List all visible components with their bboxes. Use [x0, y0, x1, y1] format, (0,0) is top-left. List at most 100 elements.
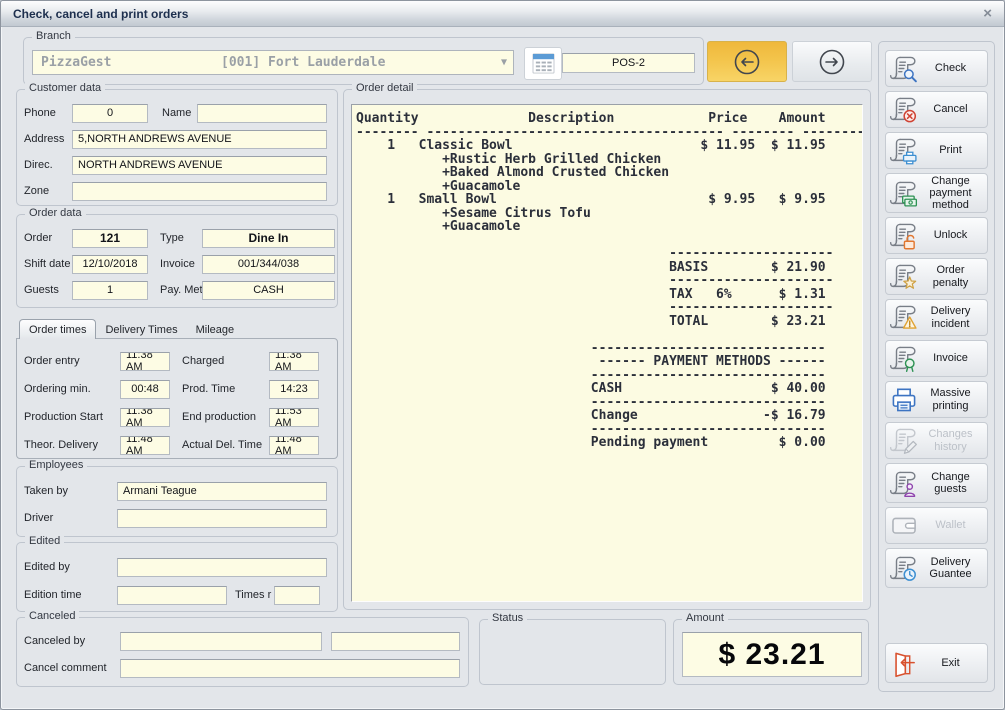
zone-label: Zone	[24, 185, 72, 197]
actual-del-time-field[interactable]: 11:48 AM	[269, 436, 319, 455]
massive-printing-button[interactable]: Massive printing	[885, 381, 988, 418]
pos-terminal-field[interactable]: POS-2	[562, 53, 695, 73]
status-group: Status	[479, 619, 666, 685]
shift-date-label: Shift date	[24, 258, 72, 270]
shift-date-field[interactable]: 12/10/2018	[72, 255, 148, 274]
chevron-down-icon[interactable]: ▼	[495, 57, 513, 68]
scroll-money-icon	[889, 178, 919, 209]
invoice-field[interactable]: 001/344/038	[202, 255, 335, 274]
payment-method-label: Pay. Met	[160, 284, 202, 296]
order-detail-caption: Order detail	[352, 82, 417, 94]
canceled-time-field[interactable]	[331, 632, 460, 651]
order-data-group: Order data Order 121 Type Dine In Shift …	[16, 214, 338, 308]
scroll-cancel-icon	[889, 94, 919, 125]
end-production-label: End production	[182, 411, 269, 423]
production-start-field[interactable]: 11:38 AM	[120, 408, 170, 427]
scroll-printer-icon	[889, 135, 919, 166]
scroll-rosette-icon	[889, 343, 919, 374]
order-entry-label: Order entry	[24, 355, 120, 367]
payment-method-field[interactable]: CASH	[202, 281, 335, 300]
scroll-unlock-icon	[889, 220, 919, 251]
driver-field[interactable]	[117, 509, 327, 528]
scroll-magnifier-icon	[889, 53, 919, 84]
phone-field[interactable]: 0	[72, 104, 148, 123]
wallet-button: Wallet	[885, 507, 988, 544]
close-icon[interactable]: ×	[983, 6, 992, 21]
taken-by-field[interactable]: Armani Teague	[117, 482, 327, 501]
table-grid-icon	[532, 53, 555, 74]
scroll-pencil-icon	[889, 425, 919, 456]
phone-label: Phone	[24, 107, 72, 119]
tab-delivery-times[interactable]: Delivery Times	[96, 320, 186, 339]
edited-by-field[interactable]	[117, 558, 327, 577]
wallet-icon	[889, 510, 919, 541]
invoice-label: Invoice	[160, 258, 202, 270]
order-entry-field[interactable]: 11:38 AM	[120, 352, 170, 371]
canceled-by-field[interactable]	[120, 632, 322, 651]
printer-icon	[889, 384, 919, 415]
theor-delivery-label: Theor. Delivery	[24, 439, 120, 451]
arrow-left-circle-icon	[732, 47, 762, 77]
production-start-label: Production Start	[24, 411, 120, 423]
tab-order-times[interactable]: Order times	[19, 319, 96, 339]
cancel-comment-label: Cancel comment	[24, 662, 120, 674]
change-payment-method-button[interactable]: Change payment method	[885, 173, 988, 213]
end-production-field[interactable]: 11:53 AM	[269, 408, 319, 427]
theor-delivery-field[interactable]: 11:48 AM	[120, 436, 170, 455]
edited-group: Edited Edited by Edition time Times r	[16, 542, 338, 612]
unlock-button[interactable]: Unlock	[885, 217, 988, 254]
branch-group: Branch PizzaGest [001] Fort Lauderdale ▼…	[23, 37, 704, 85]
direc-field[interactable]: NORTH ANDREWS AVENUE	[72, 156, 327, 175]
branch-caption: Branch	[32, 30, 75, 42]
prod-time-field[interactable]: 14:23	[269, 380, 319, 399]
change-guests-button[interactable]: Change guests	[885, 463, 988, 503]
ordering-min-field[interactable]: 00:48	[120, 380, 170, 399]
scroll-person-icon	[889, 468, 919, 499]
edition-time-field[interactable]	[117, 586, 227, 605]
invoice-button[interactable]: Invoice	[885, 340, 988, 377]
check-button[interactable]: Check	[885, 50, 988, 87]
guests-label: Guests	[24, 284, 72, 296]
customer-data-group: Customer data Phone 0 Name Address 5,NOR…	[16, 89, 338, 206]
delivery-guarantee-button[interactable]: Delivery Guantee	[885, 548, 988, 588]
times-reprinted-label: Times r	[227, 589, 274, 601]
changes-history-button: Changes history	[885, 422, 988, 459]
nav-next-button[interactable]	[792, 41, 872, 82]
scroll-warning-icon	[889, 302, 919, 333]
name-field[interactable]	[197, 104, 327, 123]
taken-by-label: Taken by	[24, 485, 117, 497]
branch-combobox[interactable]: PizzaGest [001] Fort Lauderdale ▼	[32, 50, 514, 75]
order-penalty-button[interactable]: Order penalty	[885, 258, 988, 295]
exit-button[interactable]: Exit	[885, 643, 988, 683]
scroll-clock-icon	[889, 553, 919, 584]
address-field[interactable]: 5,NORTH ANDREWS AVENUE	[72, 130, 327, 149]
edited-by-label: Edited by	[24, 561, 117, 573]
order-detail-group: Order detail Quantity Description Price …	[343, 89, 871, 610]
order-type-field[interactable]: Dine In	[202, 229, 335, 248]
order-number-field[interactable]: 121	[72, 229, 148, 248]
branch-lookup-button[interactable]	[524, 47, 562, 80]
exit-door-icon	[889, 648, 919, 679]
times-reprinted-field[interactable]	[274, 586, 320, 605]
receipt-panel[interactable]: Quantity Description Price Amount ------…	[351, 104, 863, 602]
tab-mileage[interactable]: Mileage	[187, 320, 244, 339]
arrow-right-circle-icon	[817, 47, 847, 77]
actions-panel: Check Cancel Print	[878, 41, 995, 692]
guests-field[interactable]: 1	[72, 281, 148, 300]
title-bar: Check, cancel and print orders ×	[1, 1, 1004, 27]
actual-del-time-label: Actual Del. Time	[182, 439, 269, 451]
scroll-star-icon	[889, 261, 919, 292]
cancel-comment-field[interactable]	[120, 659, 460, 678]
receipt-text: Quantity Description Price Amount ------…	[352, 105, 862, 450]
order-type-label: Type	[160, 232, 202, 244]
charged-field[interactable]: 11:38 AM	[269, 352, 319, 371]
zone-field[interactable]	[72, 182, 327, 201]
canceled-by-label: Canceled by	[24, 635, 120, 647]
canceled-group: Canceled Canceled by Cancel comment	[16, 617, 469, 687]
amount-group: Amount $ 23.21	[673, 619, 869, 685]
print-button[interactable]: Print	[885, 132, 988, 169]
cancel-button[interactable]: Cancel	[885, 91, 988, 128]
delivery-incident-button[interactable]: Delivery incident	[885, 299, 988, 336]
nav-previous-button[interactable]	[707, 41, 787, 82]
status-caption: Status	[488, 612, 527, 624]
